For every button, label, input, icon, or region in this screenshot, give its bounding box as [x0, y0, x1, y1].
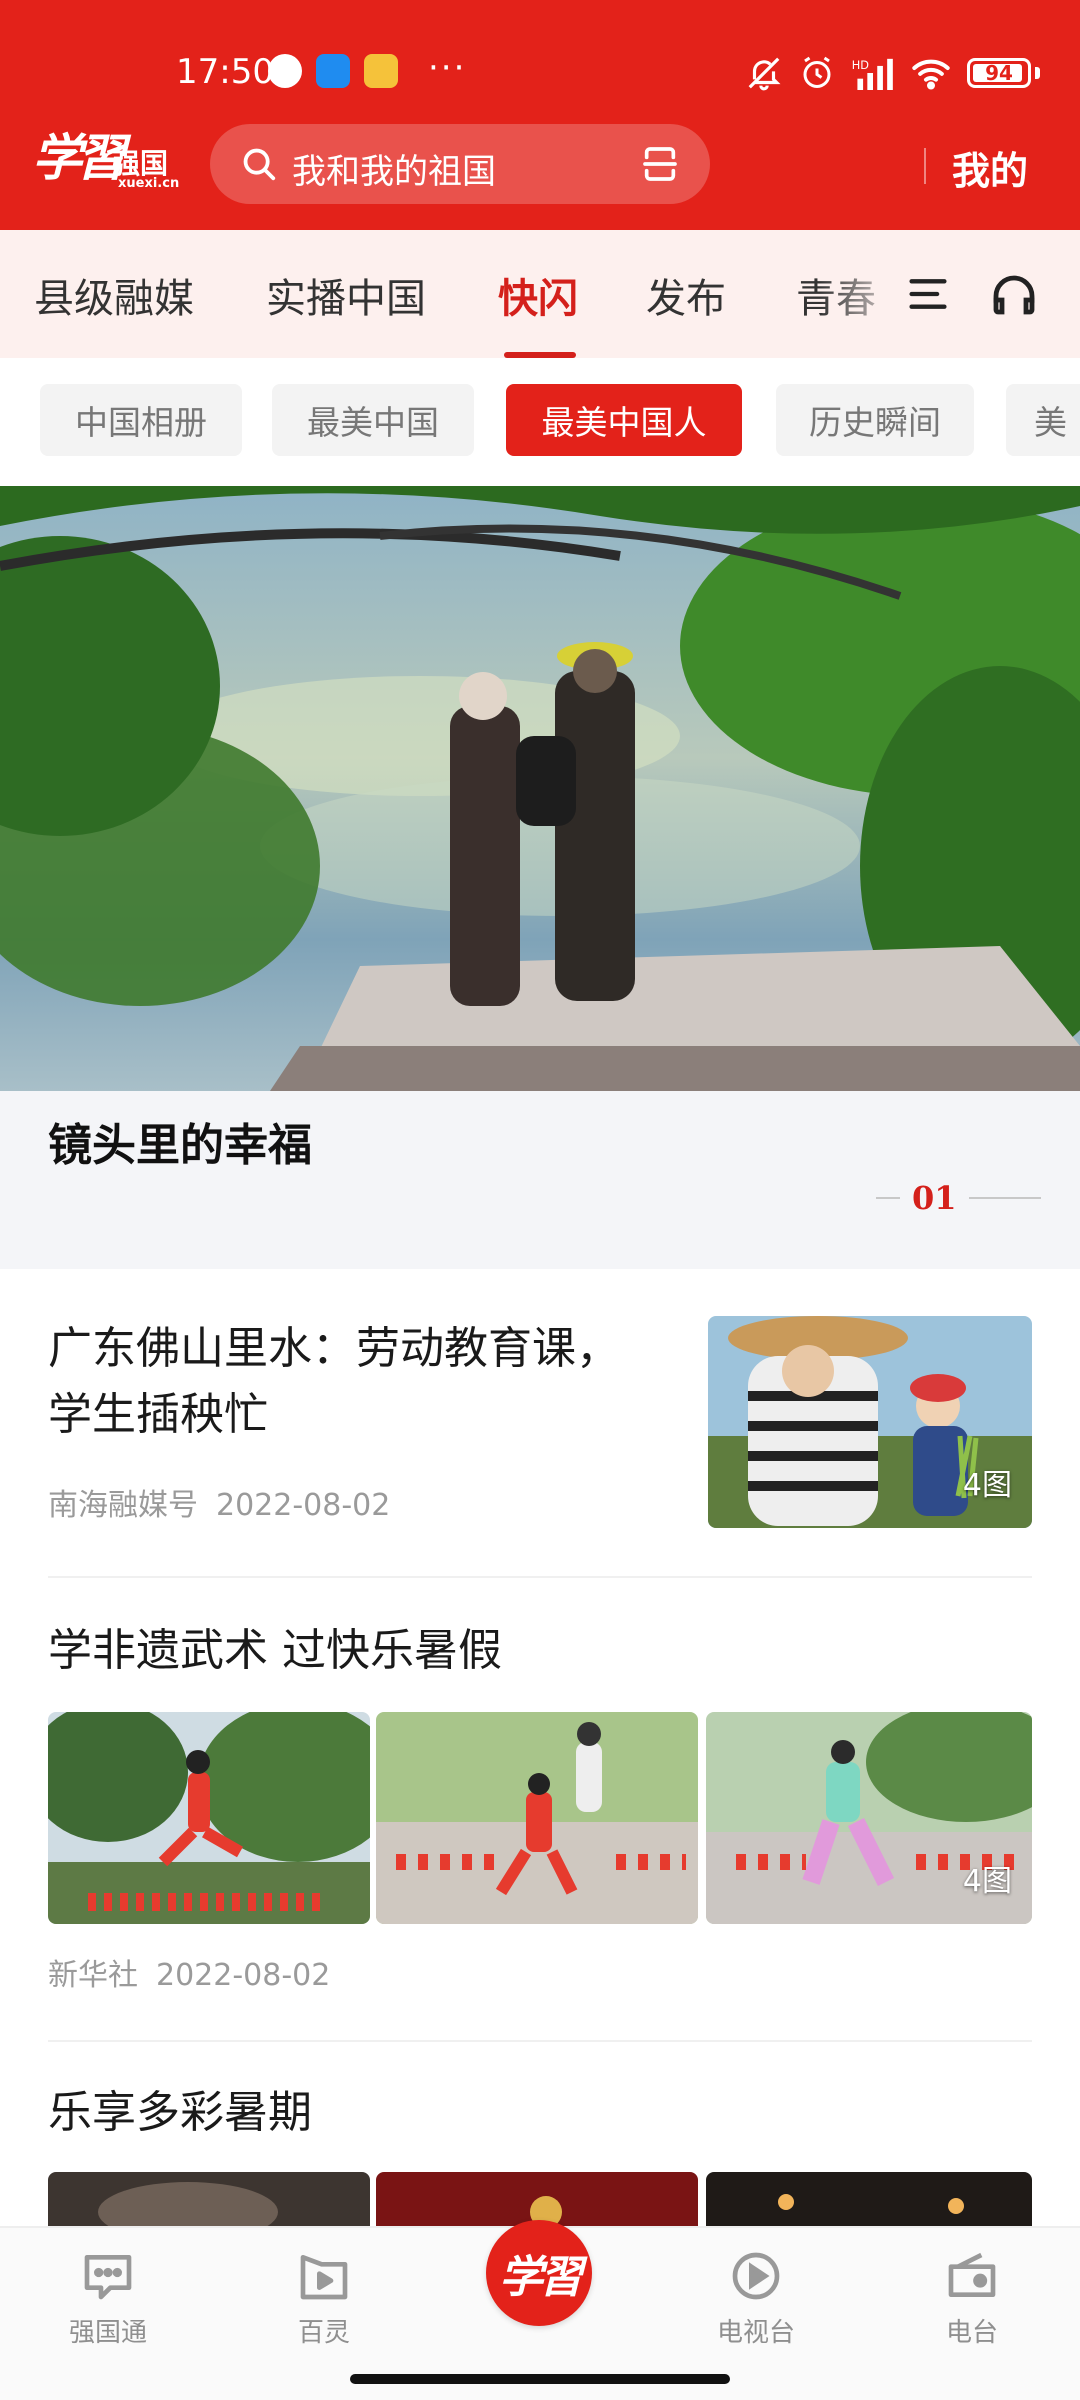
article-divider [48, 2040, 1032, 2042]
cloud-app-icon [316, 54, 350, 88]
mine-button[interactable]: 我的 [952, 140, 1028, 195]
nav-qiangguotong[interactable]: 强国通 [28, 2248, 188, 2349]
battery-icon: 94 [967, 58, 1031, 88]
battery-cap [1035, 67, 1040, 79]
hero-pager: 01 [876, 1179, 1041, 1217]
nav-tv[interactable]: 电视台 [676, 2248, 836, 2349]
article-date: 2022-08-02 [156, 1958, 331, 1993]
nav-label: 百灵 [297, 2318, 350, 2348]
news-app-icon [364, 54, 398, 88]
article-image-1 [48, 2172, 370, 2232]
alarm-icon [803, 56, 831, 88]
notification-icons [268, 54, 398, 88]
summer-photo-3 [706, 2172, 1032, 2232]
xuexi-logo[interactable]: 学習 强国 xuexi.cn [32, 124, 180, 194]
status-time: 17:50 [176, 52, 274, 92]
home-indicator[interactable] [350, 2374, 730, 2384]
tab-live-china[interactable]: 实播中国 [266, 266, 426, 324]
signal-icon: HD [852, 58, 893, 90]
chip-china-album[interactable]: 中国相册 [40, 384, 242, 456]
nav-radio[interactable]: 电台 [892, 2248, 1052, 2349]
chat-icon [84, 2255, 132, 2300]
article-image-3: 4图 [706, 1712, 1032, 1924]
wifi-icon [912, 59, 950, 90]
article-divider [48, 1576, 1032, 1578]
logo-script: 学習 [32, 128, 126, 187]
chip-history-moments[interactable]: 历史瞬间 [776, 384, 974, 456]
channel-menu-icon[interactable] [906, 274, 950, 314]
article-image-1 [48, 1712, 370, 1924]
article-meta: 南海融媒号 2022-08-02 [48, 1480, 390, 1524]
hero-caption[interactable]: 镜头里的幸福 01 [0, 1091, 1080, 1269]
nav-label: 电台 [945, 2318, 998, 2348]
more-notifications-icon: ··· [428, 48, 467, 88]
logo-subtitle: xuexi.cn [118, 176, 180, 191]
headphones-icon[interactable] [990, 272, 1038, 316]
search-input[interactable]: 我和我的祖国 [210, 124, 710, 204]
pager-line-left [876, 1197, 900, 1199]
article-thumbnail: 4图 [708, 1316, 1032, 1528]
nav-label: 强国通 [68, 2318, 147, 2348]
martial-arts-photo-2 [376, 1712, 698, 1924]
martial-arts-photo-1 [48, 1712, 370, 1924]
chip-beautiful-china[interactable]: 最美中国 [272, 384, 474, 456]
tab-flash[interactable]: 快闪 [498, 266, 578, 324]
article-title: 学非遗武术 过快乐暑假 [48, 1625, 502, 1676]
nav-bailing[interactable]: 百灵 [244, 2248, 404, 2349]
tab-release[interactable]: 发布 [646, 266, 726, 324]
tabs-fade [820, 230, 910, 358]
article-date: 2022-08-02 [216, 1488, 391, 1523]
search-icon [243, 148, 276, 181]
summer-photo-1 [48, 2172, 370, 2232]
article-image-3 [706, 2172, 1032, 2232]
battery-level: 94 [985, 61, 1013, 85]
article-source: 南海融媒号 [48, 1488, 198, 1523]
tab-county-media[interactable]: 县级融媒 [34, 266, 194, 324]
chip-more[interactable]: 美 [1006, 384, 1080, 456]
pager-line-right [968, 1197, 1041, 1199]
xuexi-home-button[interactable]: 学習 [486, 2220, 592, 2326]
header-divider [924, 148, 926, 184]
image-count-badge: 4图 [962, 1864, 1012, 1899]
svg-text:HD: HD [852, 58, 870, 72]
article-title: 乐享多彩暑期 [48, 2087, 312, 2138]
chip-most-beautiful-chinese[interactable]: 最美中国人 [506, 384, 742, 456]
play-circle-icon [732, 2252, 780, 2300]
status-bar: 17:50 ··· HD 94 [0, 0, 1080, 120]
short-video-icon [300, 2255, 348, 2300]
nav-label: 电视台 [716, 2318, 795, 2348]
pager-number: 01 [912, 1179, 957, 1217]
hero-title: 镜头里的幸福 [48, 1120, 312, 1171]
active-tab-indicator [504, 352, 576, 358]
scan-icon[interactable] [640, 144, 680, 184]
article-meta: 新华社 2022-08-02 [48, 1950, 330, 1994]
radio-icon [948, 2252, 996, 2297]
hero-banner[interactable] [0, 486, 1080, 1091]
system-status-icons: HD 94 [745, 54, 1040, 92]
mute-icon [748, 57, 781, 91]
article-source: 新华社 [48, 1958, 138, 1993]
image-count-badge: 4图 [962, 1468, 1012, 1503]
search-placeholder: 我和我的祖国 [292, 152, 496, 192]
article-title-line-2: 学生插秧忙 [48, 1389, 268, 1440]
article-title-line-1: 广东佛山里水：劳动教育课， [48, 1323, 620, 1374]
article-image-2 [376, 1712, 698, 1924]
app-header: 17:50 ··· HD 94 学習 强国 xuexi.cn 我和我的祖国 我的 [0, 0, 1080, 230]
hero-photo [0, 486, 1080, 1091]
app-face-icon [268, 54, 302, 88]
channel-tabs: 县级融媒 实播中国 快闪 发布 青春 [0, 230, 1080, 358]
